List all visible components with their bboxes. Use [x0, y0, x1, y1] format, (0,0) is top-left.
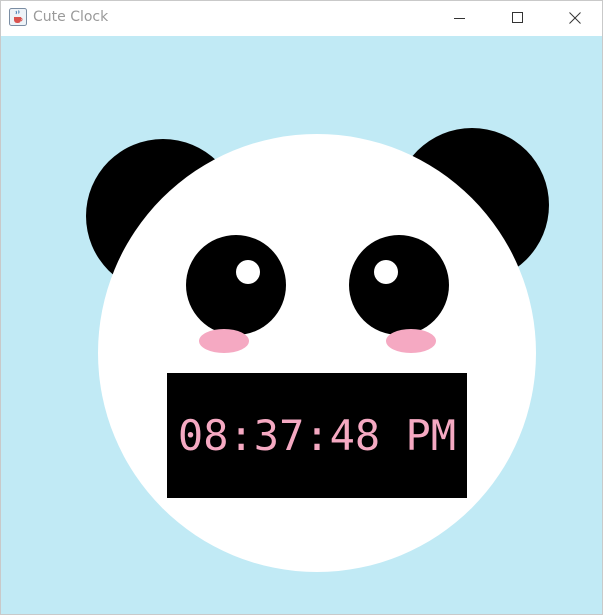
right-cheek [386, 329, 436, 353]
close-icon [569, 9, 581, 28]
minimize-icon [454, 9, 466, 28]
java-cup-icon [9, 8, 27, 26]
maximize-button[interactable] [489, 1, 547, 35]
title-bar[interactable]: Cute Clock [1, 1, 602, 35]
left-eye-highlight [236, 260, 260, 284]
close-button[interactable] [546, 1, 603, 35]
right-eye [349, 235, 449, 335]
app-window: Cute Clock 08:37:48 PM [0, 0, 603, 615]
clock-canvas: 08:37:48 PM [1, 36, 602, 614]
window-title: Cute Clock [33, 9, 109, 25]
left-cheek [199, 329, 249, 353]
minimize-button[interactable] [431, 1, 489, 35]
clock-time: 08:37:48 PM [177, 411, 457, 460]
clock-display: 08:37:48 PM [167, 373, 467, 498]
face [98, 134, 536, 572]
panda-drawing [86, 128, 549, 572]
maximize-icon [512, 9, 524, 28]
left-eye [186, 235, 286, 335]
right-eye-highlight [374, 260, 398, 284]
